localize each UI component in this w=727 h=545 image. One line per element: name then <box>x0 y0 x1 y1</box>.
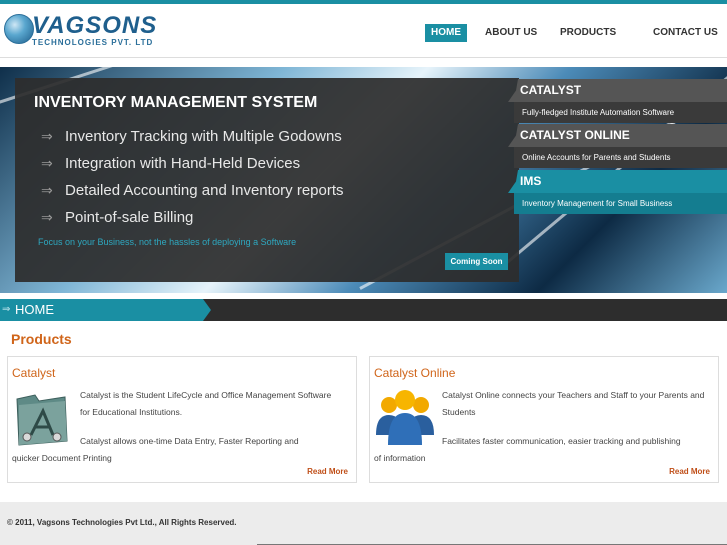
nav-home[interactable]: HOME <box>425 24 467 42</box>
people-group-icon <box>376 390 434 445</box>
arrow-right-icon: ⇒ <box>41 182 53 198</box>
products-heading: Products <box>11 331 72 347</box>
card-title[interactable]: Catalyst <box>12 366 55 380</box>
tab-ims[interactable]: IMS Inventory Management for Small Busin… <box>508 170 727 215</box>
tab-title: CATALYST <box>508 79 727 102</box>
feature-item: ⇒ Detailed Accounting and Inventory repor… <box>41 182 344 199</box>
tab-description: Fully-fledged Institute Automation Softw… <box>514 102 727 123</box>
arrow-right-icon: ⇒ <box>41 155 53 171</box>
card-description: Facilitates faster communication, easier… <box>442 436 681 446</box>
tab-catalyst[interactable]: CATALYST Fully-fledged Institute Automat… <box>508 79 727 124</box>
card-description: Catalyst allows one-time Data Entry, Fas… <box>80 436 299 446</box>
copyright-text: © 2011, Vagsons Technologies Pvt Ltd., A… <box>7 518 237 527</box>
arrow-right-icon: ⇒ <box>2 304 11 315</box>
tab-title: IMS <box>508 170 727 193</box>
coming-soon-button[interactable]: Coming Soon <box>445 253 508 270</box>
arrow-right-icon: ⇒ <box>41 209 53 225</box>
product-card-catalyst-online: Catalyst Online Catalyst Online connects… <box>369 356 719 483</box>
card-description: Catalyst Online connects your Teachers a… <box>442 390 705 417</box>
feature-title: INVENTORY MANAGEMENT SYSTEM <box>34 94 318 111</box>
feature-item: ⇒ Integration with Hand-Held Devices <box>41 155 300 172</box>
arrow-right-icon: ⇒ <box>41 128 53 144</box>
product-card-catalyst: Catalyst Catalyst is the Student LifeCyc… <box>7 356 357 483</box>
main-nav: HOME ABOUT US PRODUCTS CONTACT US <box>0 24 727 44</box>
tab-description: Inventory Management for Small Business <box>514 193 727 214</box>
tab-description: Online Accounts for Parents and Students <box>514 147 727 168</box>
hero-banner: INVENTORY MANAGEMENT SYSTEM ⇒ Inventory T… <box>0 67 727 293</box>
breadcrumb-label: HOME <box>15 302 54 317</box>
folder-app-icon <box>16 394 68 446</box>
site-footer: © 2011, Vagsons Technologies Pvt Ltd., A… <box>0 502 727 545</box>
nav-contact-us[interactable]: CONTACT US <box>647 24 724 42</box>
feature-text: Integration with Hand-Held Devices <box>65 155 301 172</box>
card-title[interactable]: Catalyst Online <box>374 366 455 380</box>
site-header: VAGSONS TECHNOLOGIES PVT. LTD HOME ABOUT… <box>0 4 727 58</box>
card-description: Catalyst is the Student LifeCycle and Of… <box>80 390 332 417</box>
breadcrumb-bar: ⇒ HOME <box>0 299 727 321</box>
card-description: quicker Document Printing <box>12 453 112 463</box>
feature-text: Inventory Tracking with Multiple Godowns <box>65 128 342 145</box>
nav-products[interactable]: PRODUCTS <box>554 24 622 42</box>
feature-panel: INVENTORY MANAGEMENT SYSTEM ⇒ Inventory T… <box>15 78 519 282</box>
tab-catalyst-online[interactable]: CATALYST ONLINE Online Accounts for Pare… <box>508 124 727 169</box>
feature-text: Point-of-sale Billing <box>65 209 194 226</box>
read-more-link[interactable]: Read More <box>669 467 710 476</box>
card-description: of information <box>374 453 426 463</box>
tab-title: CATALYST ONLINE <box>508 124 727 147</box>
feature-tagline: Focus on your Business, not the hassles … <box>38 237 297 247</box>
feature-item: ⇒ Inventory Tracking with Multiple Godown… <box>41 128 342 145</box>
feature-text: Detailed Accounting and Inventory report… <box>65 182 344 199</box>
read-more-link[interactable]: Read More <box>307 467 348 476</box>
nav-about-us[interactable]: ABOUT US <box>479 24 543 42</box>
breadcrumb: ⇒ HOME <box>0 299 211 321</box>
feature-item: ⇒ Point-of-sale Billing <box>41 209 193 226</box>
